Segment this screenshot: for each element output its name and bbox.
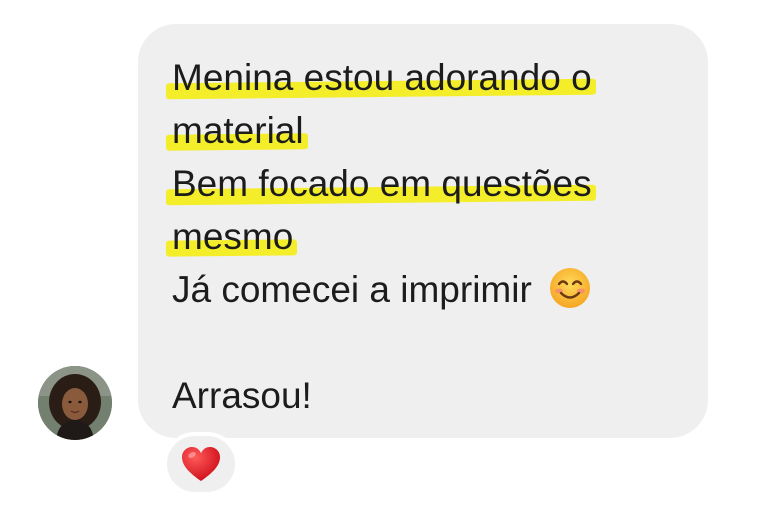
message-bubble[interactable]: Menina estou adorando o material Bem foc… (138, 24, 708, 438)
message-line: Bem focado em questões (172, 157, 688, 210)
highlight-mark: Bem focado em questões (172, 157, 592, 210)
message-line-text: Já comecei a imprimir (172, 269, 532, 310)
message-text: Menina estou adorando o material Bem foc… (172, 51, 688, 422)
message-line-text: material (172, 110, 304, 151)
message-line: mesmo (172, 210, 688, 263)
message-line-text: Arrasou! (172, 375, 312, 416)
highlight-mark: material (172, 104, 304, 157)
chat-thread: Menina estou adorando o material Bem foc… (0, 0, 768, 512)
smiling-face-emoji-icon (550, 268, 591, 308)
message-line-text: mesmo (172, 216, 294, 257)
red-heart-icon (182, 447, 220, 481)
highlight-mark: Menina estou adorando o (172, 51, 592, 104)
highlight-mark: mesmo (172, 210, 293, 263)
message-line: Arrasou! (172, 369, 688, 422)
reaction-badge[interactable] (163, 432, 239, 496)
message-line: Menina estou adorando o (172, 51, 688, 104)
message-line-text: Menina estou adorando o (172, 57, 592, 98)
message-line: material (172, 104, 688, 157)
message-line: Já comecei a imprimir (172, 263, 688, 316)
message-line-text: Bem focado em questões (172, 163, 592, 204)
avatar[interactable] (38, 366, 112, 440)
avatar-photo (38, 366, 112, 440)
